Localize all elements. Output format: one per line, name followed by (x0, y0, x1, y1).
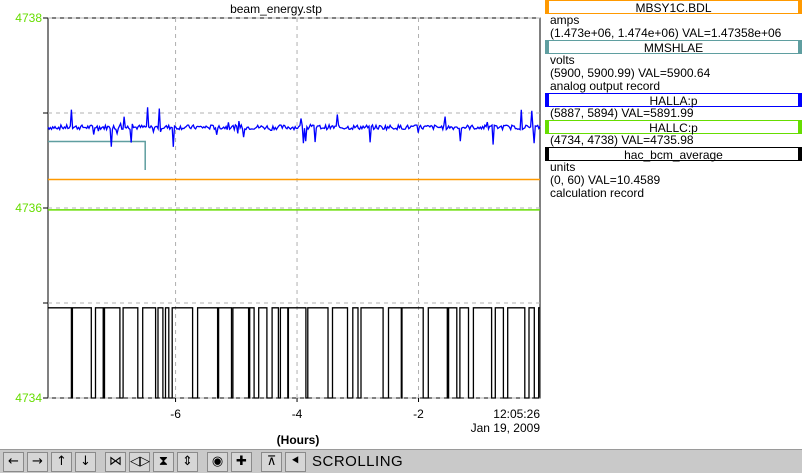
zoom-x-in-icon[interactable]: ⋈ (105, 451, 126, 472)
chart-title: beam_energy.stp (230, 2, 322, 16)
legend-detail-line: (4734, 4738) VAL=4735.98 (550, 133, 694, 147)
y-tick-label: 4738 (15, 11, 42, 25)
pan-left-icon[interactable]: ← (3, 451, 24, 472)
zoom-x-out-icon[interactable]: ◁▷ (129, 451, 150, 472)
zoom-y-in-icon[interactable]: ⧗ (153, 451, 174, 472)
legend-detail-line: (5887, 5894) VAL=5891.99 (550, 106, 694, 120)
legend-detail-line: calculation record (550, 186, 645, 200)
legend-item-hac-bcm-average[interactable]: hac_bcm_average (545, 147, 802, 162)
strip-chart[interactable]: beam_energy.stp 4734 4736 4738 -6 -4 -2 12:05:2… (0, 0, 545, 449)
x-end-date-label: Jan 19, 2009 (471, 421, 541, 435)
legend-item-mmshlae[interactable]: MMSHLAE (545, 40, 802, 55)
zoom-y-out-icon[interactable]: ⇕ (177, 451, 198, 472)
legend-detail-line: (1.473e+06, 1.474e+06) VAL=1.47358e+06 (550, 26, 782, 40)
x-axis-label: (Hours) (277, 433, 320, 447)
pan-down-icon[interactable]: ↓ (75, 451, 96, 472)
legend-item-hallc-p[interactable]: HALLC:p (545, 120, 802, 135)
autoscale-icon[interactable]: ⊼ (261, 451, 282, 472)
config-icon[interactable]: ⯇ (285, 451, 306, 472)
toolbar: ← → ↑ ↓ ⋈ ◁▷ ⧗ ⇕ ◉ ✚ ⊼ ⯇ SCROLLING (0, 449, 802, 473)
y-tick-label: 4736 (15, 201, 42, 215)
status-label: SCROLLING (312, 453, 404, 470)
legend-item-halla-p[interactable]: HALLA:p (545, 93, 802, 108)
legend-detail-line: analog output record (550, 79, 661, 93)
x-tick-label: -6 (170, 407, 181, 421)
pan-right-icon[interactable]: → (27, 451, 48, 472)
zoom-out-icon[interactable]: ✚ (231, 451, 252, 472)
legend: MBSY1C.BDL amps (1.473e+06, 1.474e+06) VAL… (545, 0, 802, 200)
x-tick-label: -2 (413, 407, 424, 421)
x-end-time-label: 12:05:26 (493, 407, 540, 421)
y-tick-label: 4734 (15, 391, 42, 405)
x-tick-label: -4 (292, 407, 303, 421)
legend-item-mbsy1c-bdl[interactable]: MBSY1C.BDL (545, 0, 802, 15)
zoom-in-icon[interactable]: ◉ (207, 451, 228, 472)
pan-up-icon[interactable]: ↑ (51, 451, 72, 472)
